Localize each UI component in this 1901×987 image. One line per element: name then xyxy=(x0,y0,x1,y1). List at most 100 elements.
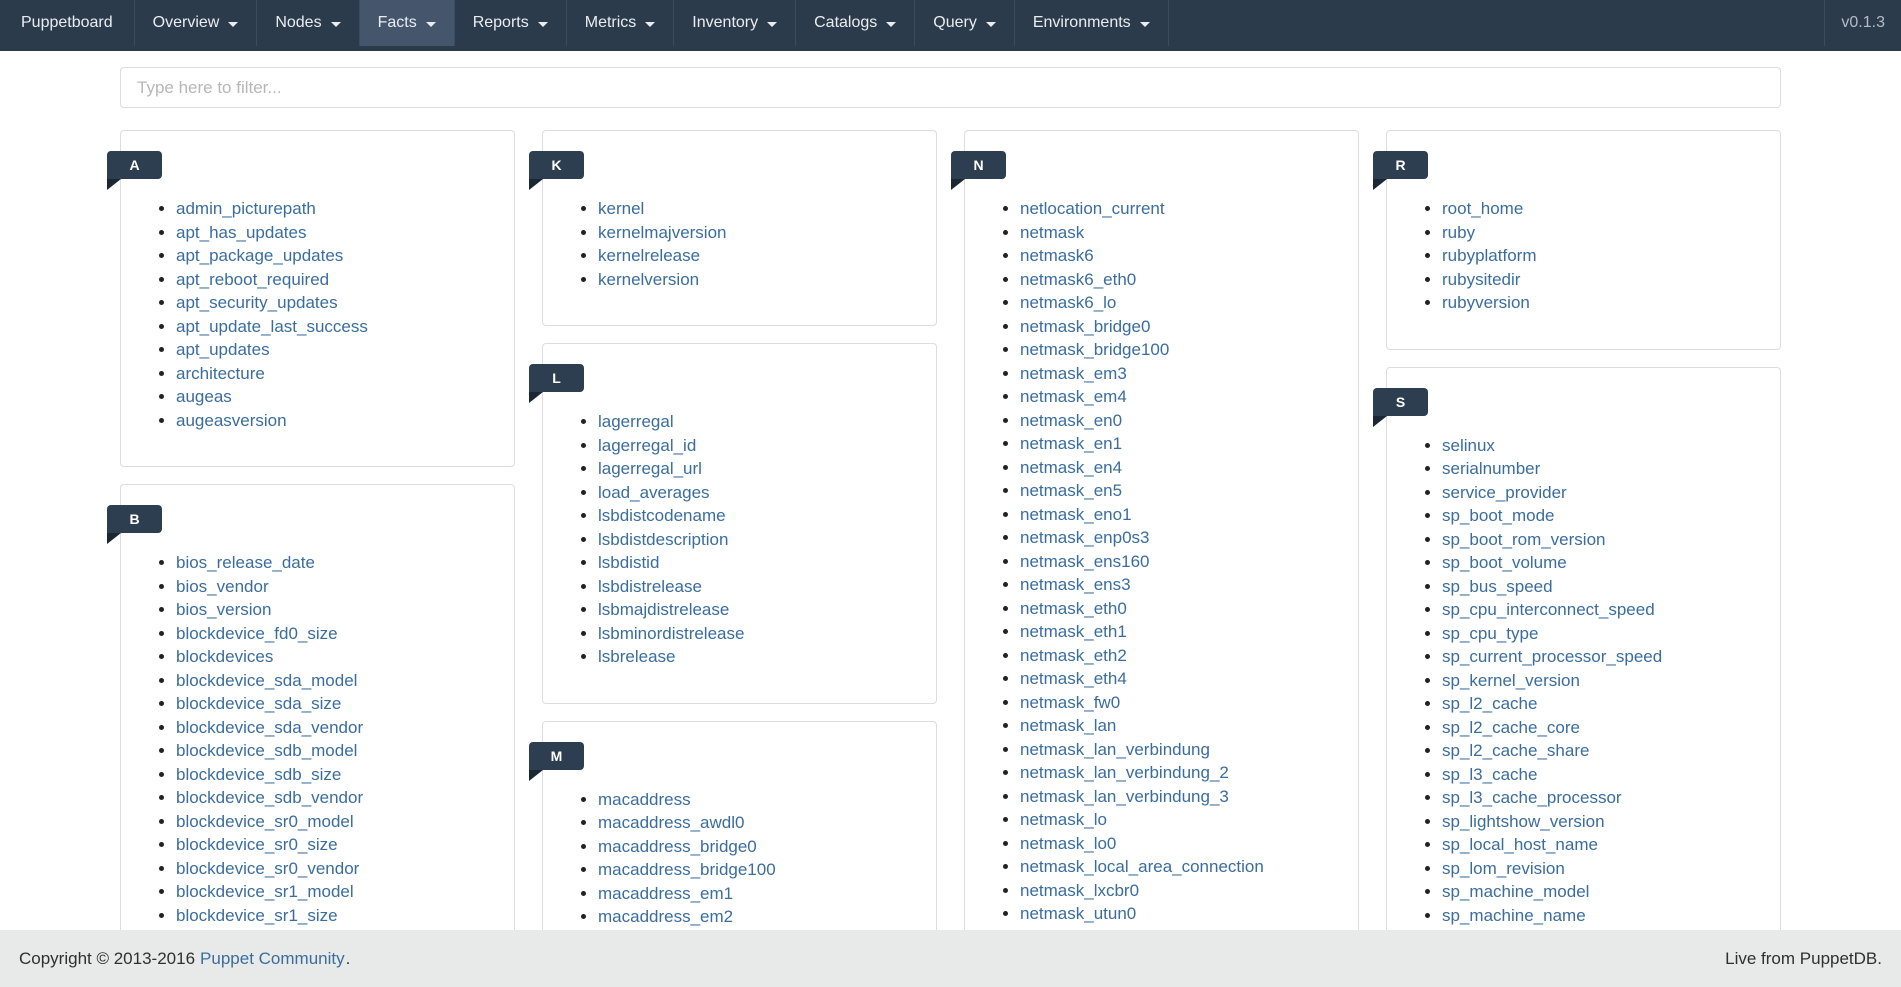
fact-link[interactable]: sp_bus_speed xyxy=(1442,577,1553,596)
fact-link[interactable]: netmask_lan_verbindung_3 xyxy=(1020,787,1229,806)
fact-link[interactable]: blockdevice_sdb_size xyxy=(176,765,341,784)
fact-link[interactable]: sp_cpu_type xyxy=(1442,624,1538,643)
fact-link[interactable]: load_averages xyxy=(598,483,710,502)
fact-link[interactable]: blockdevice_sr0_size xyxy=(176,835,338,854)
brand-puppetboard[interactable]: Puppetboard xyxy=(0,0,135,46)
fact-link[interactable]: netmask_en0 xyxy=(1020,411,1122,430)
fact-link[interactable]: rubysitedir xyxy=(1442,270,1520,289)
fact-link[interactable]: blockdevice_sr0_model xyxy=(176,812,354,831)
fact-link[interactable]: netmask_en1 xyxy=(1020,434,1122,453)
fact-link[interactable]: kernelversion xyxy=(598,270,699,289)
fact-link[interactable]: macaddress_bridge100 xyxy=(598,860,776,879)
fact-link[interactable]: sp_machine_name xyxy=(1442,906,1586,925)
fact-link[interactable]: kernel xyxy=(598,199,644,218)
fact-link[interactable]: macaddress_em2 xyxy=(598,907,733,926)
fact-link[interactable]: sp_lom_revision xyxy=(1442,859,1565,878)
nav-item-metrics[interactable]: Metrics xyxy=(567,0,675,46)
fact-link[interactable]: lsbdistrelease xyxy=(598,577,702,596)
fact-link[interactable]: netlocation_current xyxy=(1020,199,1165,218)
fact-link[interactable]: admin_picturepath xyxy=(176,199,316,218)
fact-link[interactable]: rubyversion xyxy=(1442,293,1530,312)
fact-link[interactable]: sp_local_host_name xyxy=(1442,835,1598,854)
fact-link[interactable]: netmask_eth0 xyxy=(1020,599,1127,618)
fact-link[interactable]: sp_kernel_version xyxy=(1442,671,1580,690)
nav-item-catalogs[interactable]: Catalogs xyxy=(796,0,915,46)
fact-link[interactable]: sp_l2_cache_core xyxy=(1442,718,1580,737)
nav-item-query[interactable]: Query xyxy=(915,0,1015,46)
fact-link[interactable]: sp_l3_cache_processor xyxy=(1442,788,1622,807)
fact-link[interactable]: macaddress_awdl0 xyxy=(598,813,744,832)
fact-link[interactable]: sp_l2_cache xyxy=(1442,694,1537,713)
fact-link[interactable]: netmask_eth4 xyxy=(1020,669,1127,688)
puppet-community-link[interactable]: Puppet Community xyxy=(200,949,345,968)
fact-link[interactable]: kernelmajversion xyxy=(598,223,727,242)
fact-link[interactable]: apt_package_updates xyxy=(176,246,343,265)
nav-item-overview[interactable]: Overview xyxy=(135,0,258,46)
fact-link[interactable]: netmask xyxy=(1020,223,1084,242)
fact-link[interactable]: macaddress xyxy=(598,790,691,809)
fact-link[interactable]: blockdevice_sda_size xyxy=(176,694,341,713)
fact-link[interactable]: lsbdistdescription xyxy=(598,530,728,549)
fact-link[interactable]: sp_machine_model xyxy=(1442,882,1589,901)
fact-filter-input[interactable] xyxy=(120,67,1781,108)
nav-item-environments[interactable]: Environments xyxy=(1015,0,1169,46)
fact-link[interactable]: netmask_eno1 xyxy=(1020,505,1132,524)
fact-link[interactable]: augeas xyxy=(176,387,232,406)
fact-link[interactable]: sp_cpu_interconnect_speed xyxy=(1442,600,1655,619)
fact-link[interactable]: sp_current_processor_speed xyxy=(1442,647,1662,666)
fact-link[interactable]: apt_update_last_success xyxy=(176,317,368,336)
fact-link[interactable]: blockdevice_sr1_model xyxy=(176,882,354,901)
fact-link[interactable]: netmask_ens3 xyxy=(1020,575,1131,594)
fact-link[interactable]: sp_boot_mode xyxy=(1442,506,1554,525)
fact-link[interactable]: lagerregal_id xyxy=(598,436,696,455)
fact-link[interactable]: netmask_lxcbr0 xyxy=(1020,881,1139,900)
fact-link[interactable]: netmask_eth1 xyxy=(1020,622,1127,641)
nav-item-reports[interactable]: Reports xyxy=(455,0,567,46)
fact-link[interactable]: ruby xyxy=(1442,223,1475,242)
fact-link[interactable]: netmask_en5 xyxy=(1020,481,1122,500)
fact-link[interactable]: blockdevice_sr1_size xyxy=(176,906,338,925)
fact-link[interactable]: lagerregal_url xyxy=(598,459,702,478)
fact-link[interactable]: serialnumber xyxy=(1442,459,1540,478)
nav-item-inventory[interactable]: Inventory xyxy=(674,0,796,46)
fact-link[interactable]: blockdevice_sdb_model xyxy=(176,741,357,760)
fact-link[interactable]: netmask_lan_verbindung xyxy=(1020,740,1210,759)
fact-link[interactable]: apt_updates xyxy=(176,340,270,359)
fact-link[interactable]: netmask_lo xyxy=(1020,810,1107,829)
fact-link[interactable]: lsbrelease xyxy=(598,647,676,666)
fact-link[interactable]: netmask6 xyxy=(1020,246,1094,265)
fact-link[interactable]: root_home xyxy=(1442,199,1523,218)
fact-link[interactable]: lsbmajdistrelease xyxy=(598,600,729,619)
fact-link[interactable]: netmask_bridge0 xyxy=(1020,317,1150,336)
fact-link[interactable]: bios_vendor xyxy=(176,577,269,596)
fact-link[interactable]: netmask_ens160 xyxy=(1020,552,1149,571)
fact-link[interactable]: lsbminordistrelease xyxy=(598,624,744,643)
fact-link[interactable]: netmask6_eth0 xyxy=(1020,270,1136,289)
fact-link[interactable]: sp_boot_rom_version xyxy=(1442,530,1605,549)
fact-link[interactable]: blockdevice_sda_vendor xyxy=(176,718,363,737)
fact-link[interactable]: sp_l3_cache xyxy=(1442,765,1537,784)
fact-link[interactable]: netmask_local_area_connection xyxy=(1020,857,1264,876)
fact-link[interactable]: netmask_eth2 xyxy=(1020,646,1127,665)
fact-link[interactable]: netmask_lan xyxy=(1020,716,1116,735)
fact-link[interactable]: blockdevice_sdb_vendor xyxy=(176,788,363,807)
fact-link[interactable]: service_provider xyxy=(1442,483,1567,502)
fact-link[interactable]: netmask6_lo xyxy=(1020,293,1116,312)
fact-link[interactable]: netmask_lo0 xyxy=(1020,834,1116,853)
fact-link[interactable]: netmask_lan_verbindung_2 xyxy=(1020,763,1229,782)
fact-link[interactable]: blockdevices xyxy=(176,647,273,666)
fact-link[interactable]: apt_security_updates xyxy=(176,293,338,312)
fact-link[interactable]: sp_boot_volume xyxy=(1442,553,1567,572)
fact-link[interactable]: sp_lightshow_version xyxy=(1442,812,1605,831)
fact-link[interactable]: apt_has_updates xyxy=(176,223,306,242)
fact-link[interactable]: lsbdistid xyxy=(598,553,659,572)
fact-link[interactable]: lsbdistcodename xyxy=(598,506,726,525)
fact-link[interactable]: blockdevice_sda_model xyxy=(176,671,357,690)
fact-link[interactable]: netmask_en4 xyxy=(1020,458,1122,477)
fact-link[interactable]: netmask_fw0 xyxy=(1020,693,1120,712)
fact-link[interactable]: netmask_utun0 xyxy=(1020,904,1136,923)
fact-link[interactable]: netmask_em3 xyxy=(1020,364,1127,383)
fact-link[interactable]: selinux xyxy=(1442,436,1495,455)
nav-item-facts[interactable]: Facts xyxy=(360,0,455,46)
fact-link[interactable]: kernelrelease xyxy=(598,246,700,265)
